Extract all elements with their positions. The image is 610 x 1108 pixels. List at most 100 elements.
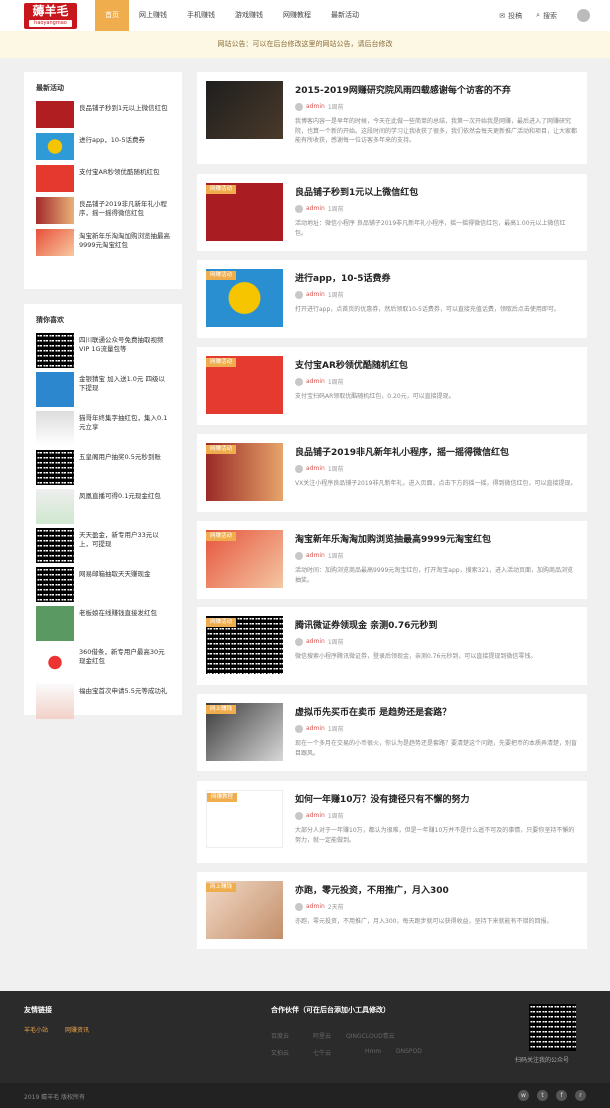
sidebar-item[interactable]: 淘宝新年乐淘淘加购浏览抽最高9999元淘宝红包 bbox=[24, 229, 182, 259]
post-author[interactable]: admin bbox=[306, 378, 325, 385]
post-category-tag[interactable]: 网赚活动 bbox=[206, 445, 237, 454]
post-thumbnail[interactable]: 网赚活动 bbox=[206, 356, 283, 414]
twitter-icon[interactable]: t bbox=[537, 1090, 548, 1101]
post-category-tag[interactable]: 网赚活动 bbox=[206, 618, 237, 627]
nav-home[interactable]: 首页 bbox=[95, 0, 129, 31]
post-thumbnail[interactable] bbox=[206, 81, 283, 139]
site-logo[interactable]: 薅羊毛 haoyangmao bbox=[24, 3, 77, 29]
post-author[interactable]: admin bbox=[306, 465, 325, 472]
sidebar-item[interactable]: 支付宝AR秒领优酷随机红包 bbox=[24, 165, 182, 195]
nav-latest[interactable]: 最新活动 bbox=[321, 0, 369, 31]
search-icon[interactable]: ⌕ bbox=[536, 11, 540, 20]
sidebar-item-title[interactable]: 凤凰直播可得0.1元现金红包 bbox=[79, 489, 161, 501]
sidebar-item-title[interactable]: 猫哥年终集字抽红包，集入0.1元立享 bbox=[79, 411, 170, 432]
rss-icon[interactable]: r bbox=[575, 1090, 586, 1101]
sidebar-item-title[interactable]: 进行app，10-5话费券 bbox=[79, 133, 145, 145]
post-title[interactable]: 淘宝新年乐淘淘加购浏览抽最高9999元淘宝红包 bbox=[295, 532, 577, 545]
social-links: w t f r bbox=[510, 1090, 586, 1101]
nav-mobile-earn[interactable]: 手机赚钱 bbox=[177, 0, 225, 31]
sidebar-item-title[interactable]: 淘宝新年乐淘淘加购浏览抽最高9999元淘宝红包 bbox=[79, 229, 170, 250]
sidebar-item[interactable]: 天天盈金，新专用户33元以上，可提现 bbox=[24, 528, 182, 565]
post-author[interactable]: admin bbox=[306, 638, 325, 645]
post-author[interactable]: admin bbox=[306, 291, 325, 298]
post-category-tag[interactable]: 网赚教程 bbox=[207, 793, 238, 802]
post-title[interactable]: 2015-2019网赚研究院风雨四载感谢每个访客的不弃 bbox=[295, 83, 577, 96]
post-author[interactable]: admin bbox=[306, 103, 325, 110]
post-author[interactable]: admin bbox=[306, 725, 325, 732]
post-category-tag[interactable]: 网赚活动 bbox=[206, 532, 237, 541]
sidebar-item[interactable]: 老板娘在线赚钱直接发红包 bbox=[24, 606, 182, 643]
post-thumbnail[interactable]: 网赚活动 bbox=[206, 443, 283, 501]
partner-logo[interactable]: DNSPOD bbox=[396, 1048, 422, 1055]
sidebar-item[interactable]: 五皇阁用户抽奖0.5元秒到账 bbox=[24, 450, 182, 487]
sidebar-item-title[interactable]: 天天盈金，新专用户33元以上，可提现 bbox=[79, 528, 170, 549]
post-link[interactable]: 投稿 bbox=[508, 11, 522, 21]
sidebar-item-title[interactable]: 老板娘在线赚钱直接发红包 bbox=[79, 606, 157, 618]
post-thumbnail[interactable]: 网上赚钱 bbox=[206, 703, 283, 761]
search-link[interactable]: 搜索 bbox=[543, 11, 557, 21]
post-author[interactable]: admin bbox=[306, 205, 325, 212]
post-thumbnail[interactable]: 网赚教程 bbox=[206, 790, 283, 848]
partner-logo[interactable]: Hmm bbox=[365, 1048, 381, 1055]
partner-logo[interactable]: QINGCLOUD青云 bbox=[346, 1031, 395, 1040]
friend-link[interactable]: 网赚资讯 bbox=[65, 1025, 89, 1034]
post-title[interactable]: 良品铺子秒到1元以上微信红包 bbox=[295, 185, 577, 198]
sidebar-item[interactable]: 四川联通公众号免费抽取视频VIP 1G流量包等 bbox=[24, 333, 182, 370]
post-title[interactable]: 亦跑，零元投资，不用推广，月入300 bbox=[295, 883, 577, 896]
post-category-tag[interactable]: 网赚活动 bbox=[206, 358, 237, 367]
sidebar-item-title[interactable]: 五皇阁用户抽奖0.5元秒到账 bbox=[79, 450, 161, 462]
post-author[interactable]: admin bbox=[306, 903, 325, 910]
sidebar-item[interactable]: 进行app，10-5话费券 bbox=[24, 133, 182, 163]
post-title[interactable]: 支付宝AR秒领优酷随机红包 bbox=[295, 358, 577, 371]
nav-game-earn[interactable]: 游戏赚钱 bbox=[225, 0, 273, 31]
post-thumbnail[interactable]: 网赚活动 bbox=[206, 269, 283, 327]
post-author[interactable]: admin bbox=[306, 552, 325, 559]
partner-logo[interactable]: 又拍云 bbox=[271, 1048, 289, 1057]
sidebar-item-title[interactable]: 良品铺子秒到1元以上微信红包 bbox=[79, 101, 168, 113]
post-thumbnail[interactable]: 网赚活动 bbox=[206, 183, 283, 241]
post-title[interactable]: 良品铺子2019非凡新年礼小程序，摇一摇得微信红包 bbox=[295, 445, 577, 458]
user-avatar[interactable] bbox=[577, 9, 590, 22]
sidebar-item-title[interactable]: 四川联通公众号免费抽取视频VIP 1G流量包等 bbox=[79, 333, 170, 354]
sidebar-item-title[interactable]: 金银猜宝 加入送1.0元 四级以下提现 bbox=[79, 372, 170, 393]
sidebar-item[interactable]: 猫哥年终集字抽红包，集入0.1元立享 bbox=[24, 411, 182, 448]
author-avatar bbox=[295, 464, 303, 473]
mail-icon[interactable]: ✉ bbox=[499, 12, 505, 20]
sidebar-item[interactable]: 良品铺子秒到1元以上微信红包 bbox=[24, 101, 182, 131]
post-thumbnail[interactable]: 网赚活动 bbox=[206, 530, 283, 588]
partner-logo[interactable]: 百度云 bbox=[271, 1031, 289, 1040]
sidebar-item-title[interactable]: 良品铺子2019非凡新年礼小程序，摇一摇得微信红包 bbox=[79, 197, 170, 218]
post-title[interactable]: 如何一年赚10万？没有捷径只有不懈的努力 bbox=[295, 792, 577, 805]
post-author[interactable]: admin bbox=[306, 812, 325, 819]
post-category-tag[interactable]: 网赚活动 bbox=[206, 271, 237, 280]
post-title[interactable]: 腾讯微证券领现金 亲测0.76元秒到 bbox=[295, 618, 577, 631]
post-category-tag[interactable]: 网上赚钱 bbox=[206, 705, 237, 714]
sidebar-item[interactable]: 360借条，新专用户最高30元现金红包 bbox=[24, 645, 182, 682]
weibo-icon[interactable]: w bbox=[518, 1090, 529, 1101]
post-title[interactable]: 进行app，10-5话费券 bbox=[295, 271, 577, 284]
post-thumbnail[interactable]: 网上赚钱 bbox=[206, 881, 283, 939]
post-category-tag[interactable]: 网赚活动 bbox=[206, 185, 237, 194]
post-category-tag[interactable]: 网上赚钱 bbox=[206, 883, 237, 892]
sidebar-item[interactable]: 良品铺子2019非凡新年礼小程序，摇一摇得微信红包 bbox=[24, 197, 182, 227]
logo-sub-text: haoyangmao bbox=[29, 20, 72, 27]
sidebar-item-title[interactable]: 支付宝AR秒领优酷随机红包 bbox=[79, 165, 159, 177]
nav-tutorials[interactable]: 网赚教程 bbox=[273, 0, 321, 31]
facebook-icon[interactable]: f bbox=[556, 1090, 567, 1101]
sidebar-item-title[interactable]: 网易邮箱抽取天天赚现金 bbox=[79, 567, 151, 579]
sidebar-item-title[interactable]: 福由宝首次申请5.5元等成功礼 bbox=[79, 684, 167, 696]
partner-logo[interactable]: 阿里云 bbox=[313, 1031, 331, 1040]
post-time: 1周前 bbox=[327, 104, 344, 111]
post-meta: admin 1周前 bbox=[295, 290, 344, 299]
post-thumbnail[interactable]: 网赚活动 bbox=[206, 616, 283, 674]
sidebar-item-title[interactable]: 360借条，新专用户最高30元现金红包 bbox=[79, 645, 170, 666]
thumb-image bbox=[36, 489, 74, 524]
sidebar-item[interactable]: 凤凰直播可得0.1元现金红包 bbox=[24, 489, 182, 526]
friend-link[interactable]: 羊毛小站 bbox=[24, 1025, 48, 1034]
sidebar-item[interactable]: 福由宝首次申请5.5元等成功礼 bbox=[24, 684, 182, 721]
sidebar-item[interactable]: 网易邮箱抽取天天赚现金 bbox=[24, 567, 182, 604]
nav-online-earn[interactable]: 网上赚钱 bbox=[129, 0, 177, 31]
post-title[interactable]: 虚拟币先买币在卖币 是趋势还是套路？ bbox=[295, 705, 577, 718]
partner-logo[interactable]: 七牛云 bbox=[313, 1048, 331, 1057]
sidebar-item[interactable]: 金银猜宝 加入送1.0元 四级以下提现 bbox=[24, 372, 182, 409]
